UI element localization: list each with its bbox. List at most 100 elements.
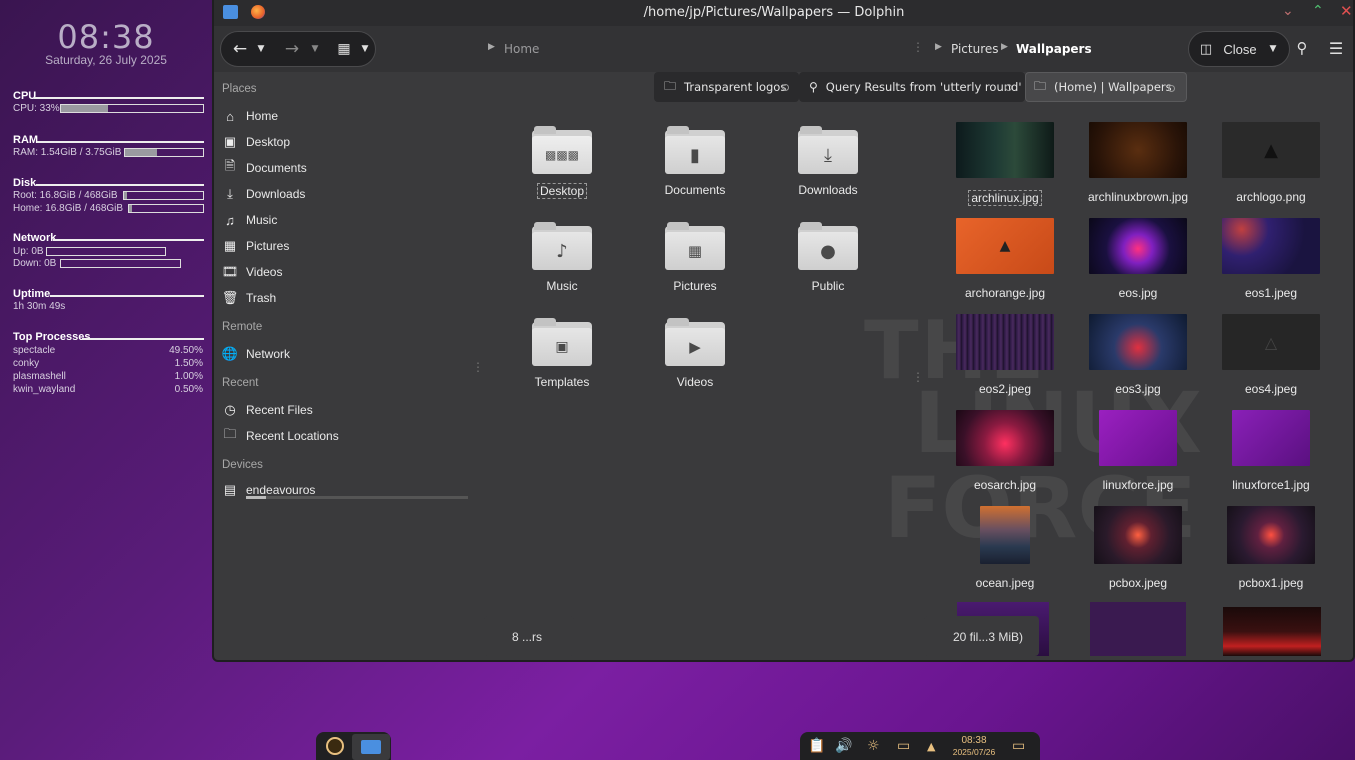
file-linuxforce[interactable]: linuxforce.jpg <box>1073 410 1203 492</box>
file-archorange[interactable]: ▲ archorange.jpg <box>940 218 1070 300</box>
back-history-icon[interactable]: ▼ <box>255 32 267 66</box>
folder-desktop[interactable]: ▩▩▩ Desktop <box>502 126 622 199</box>
splitter-handle-icon[interactable]: ⋮ <box>912 370 924 384</box>
trash-icon: 🗑 <box>221 290 239 305</box>
splitter-handle-icon[interactable]: ⋮ <box>472 360 484 374</box>
folder-icon: ▮ <box>665 126 725 174</box>
ram-bar <box>124 148 204 157</box>
sidebar-item-trash[interactable]: 🗑 Trash <box>222 286 472 310</box>
file-eos[interactable]: eos.jpg <box>1073 218 1203 300</box>
sidebar-item-recent-files[interactable]: ◷ Recent Files <box>222 398 472 422</box>
app-launcher-icon[interactable] <box>326 737 344 755</box>
file-label: pcbox1.jpeg <box>1238 576 1304 590</box>
sidebar-item-videos[interactable]: 🎞 Videos <box>222 260 472 284</box>
taskbar-dolphin-entry[interactable] <box>352 734 390 760</box>
close-tab-icon[interactable] <box>1168 85 1175 92</box>
file-eos3[interactable]: eos3.jpg <box>1073 314 1203 396</box>
tab-wallpapers[interactable]: 🗀 (Home) | Wallpapers <box>1025 72 1187 102</box>
breadcrumb-wallpapers[interactable]: Wallpapers <box>1016 42 1092 56</box>
search-icon[interactable]: ⚲ <box>1292 31 1312 65</box>
file-eos1[interactable]: eos1.jpeg <box>1206 218 1336 300</box>
close-window-icon[interactable]: ✕ <box>1340 2 1353 20</box>
sidebar-item-label: Downloads <box>246 187 306 201</box>
view-mode-icon[interactable]: ▦ <box>335 32 353 66</box>
forward-history-icon[interactable]: ▼ <box>309 32 321 66</box>
taskbar-date[interactable]: 2025/07/26 <box>948 747 1000 757</box>
volume-icon[interactable]: 🔊 <box>835 738 852 754</box>
folder-videos[interactable]: ▶ Videos <box>635 318 755 389</box>
sidebar-item-desktop[interactable]: ▣ Desktop <box>222 130 472 154</box>
conky-clock: 08:38 <box>57 18 155 56</box>
home-icon: ⌂ <box>226 108 234 124</box>
file-label: eos.jpg <box>1118 286 1158 300</box>
tray-expand-icon[interactable]: ▲ <box>927 740 935 753</box>
show-desktop-icon[interactable]: ▭ <box>1012 738 1025 754</box>
tab-transparent-logos[interactable]: 🗀 Transparent logos <box>654 72 799 102</box>
folder-icon: ▩▩▩ <box>532 126 592 174</box>
taskbar-time[interactable]: 08:38 <box>950 735 998 746</box>
sidebar-item-downloads[interactable]: ⤓ Downloads <box>222 182 472 206</box>
folder-icon: ▦ <box>665 222 725 270</box>
file-archlinuxbrown[interactable]: archlinuxbrown.jpg <box>1073 122 1203 204</box>
close-tab-icon[interactable] <box>782 84 789 91</box>
split-view-icon: ◫ <box>1199 41 1213 57</box>
sidebar-item-recent-locations[interactable]: 🗀 Recent Locations <box>222 424 472 448</box>
breadcrumb-home[interactable]: Home <box>504 42 539 56</box>
thumbnail-image[interactable] <box>1090 602 1186 656</box>
folder-pictures[interactable]: ▦ Pictures <box>635 222 755 293</box>
folder-documents[interactable]: ▮ Documents <box>635 126 755 197</box>
close-split-label: Close <box>1223 41 1257 57</box>
close-tab-icon[interactable] <box>1005 84 1012 91</box>
sidebar-item-documents[interactable]: 🗎 Documents <box>222 156 472 180</box>
view-mode-menu-icon[interactable]: ▼ <box>359 32 371 66</box>
maximize-icon[interactable]: ⌃ <box>1312 3 1324 19</box>
brightness-icon[interactable]: ☼ <box>867 738 880 754</box>
file-eos2[interactable]: eos2.jpeg <box>940 314 1070 396</box>
file-eosarch[interactable]: eosarch.jpg <box>940 410 1070 492</box>
sidebar-item-home[interactable]: ⌂ Home <box>222 104 472 128</box>
thumbnail-image <box>1089 314 1187 370</box>
breadcrumb-pictures[interactable]: Pictures <box>951 42 999 56</box>
document-icon: 🗎 <box>224 158 236 173</box>
sidebar-item-music[interactable]: ♫ Music <box>222 208 472 232</box>
breadcrumb-arrow-icon: ▶ <box>488 42 495 52</box>
file-archlogo[interactable]: ▲ archlogo.png <box>1206 122 1336 204</box>
hamburger-menu-icon[interactable]: ☰ <box>1326 31 1346 65</box>
tab-query-results[interactable]: ⚲ Query Results from 'utterly round' <box>799 72 1025 102</box>
thumbnail-image <box>1222 218 1320 274</box>
display-icon[interactable]: ▭ <box>897 738 910 754</box>
file-linuxforce1[interactable]: linuxforce1.jpg <box>1206 410 1336 492</box>
tab-label: (Home) | Wallpapers <box>1054 80 1172 94</box>
conky-date: Saturday, 26 July 2025 <box>45 53 167 67</box>
clipboard-icon[interactable]: 📋 <box>808 738 825 754</box>
file-label: linuxforce.jpg <box>1102 478 1174 492</box>
back-icon[interactable]: ← <box>231 32 249 66</box>
sidebar-item-network[interactable]: 🌐 Network <box>222 342 472 366</box>
file-label: eosarch.jpg <box>973 478 1037 492</box>
file-pcbox[interactable]: pcbox.jpeg <box>1073 506 1203 590</box>
split-handle-icon[interactable]: ⋮ <box>912 40 924 54</box>
chevron-down-icon[interactable]: ▼ <box>1267 32 1279 66</box>
sidebar-item-pictures[interactable]: ▦ Pictures <box>222 234 472 258</box>
globe-icon: 🌐 <box>221 346 239 361</box>
close-split-button[interactable]: ◫ Close ▼ <box>1188 31 1290 67</box>
thumbnail-image: △ <box>1222 314 1320 370</box>
file-eos4[interactable]: △ eos4.jpeg <box>1206 314 1336 396</box>
folder-public[interactable]: ● Public <box>768 222 888 293</box>
status-text-right: 20 fil...3 MiB) <box>953 630 1024 644</box>
file-archlinux[interactable]: archlinux.jpg <box>940 122 1070 206</box>
minimize-icon[interactable]: ⌄ <box>1282 3 1294 19</box>
file-pcbox1[interactable]: pcbox1.jpeg <box>1206 506 1336 590</box>
forward-icon[interactable]: → <box>283 32 301 66</box>
folder-icon: ▶ <box>665 318 725 366</box>
folder-music[interactable]: ♪ Music <box>502 222 622 293</box>
folder-templates[interactable]: ▣ Templates <box>502 318 622 389</box>
titlebar[interactable]: /home/jp/Pictures/Wallpapers — Dolphin ⌄… <box>214 0 1353 26</box>
process-value: 1.50% <box>174 358 203 369</box>
file-label: eos4.jpeg <box>1244 382 1298 396</box>
thumbnail-image[interactable] <box>1223 607 1321 656</box>
file-ocean[interactable]: ocean.jpeg <box>940 506 1070 590</box>
user-icon: ● <box>798 232 858 270</box>
folder-downloads[interactable]: ⤓ Downloads <box>768 126 888 197</box>
image-icon: ▦ <box>665 232 725 270</box>
